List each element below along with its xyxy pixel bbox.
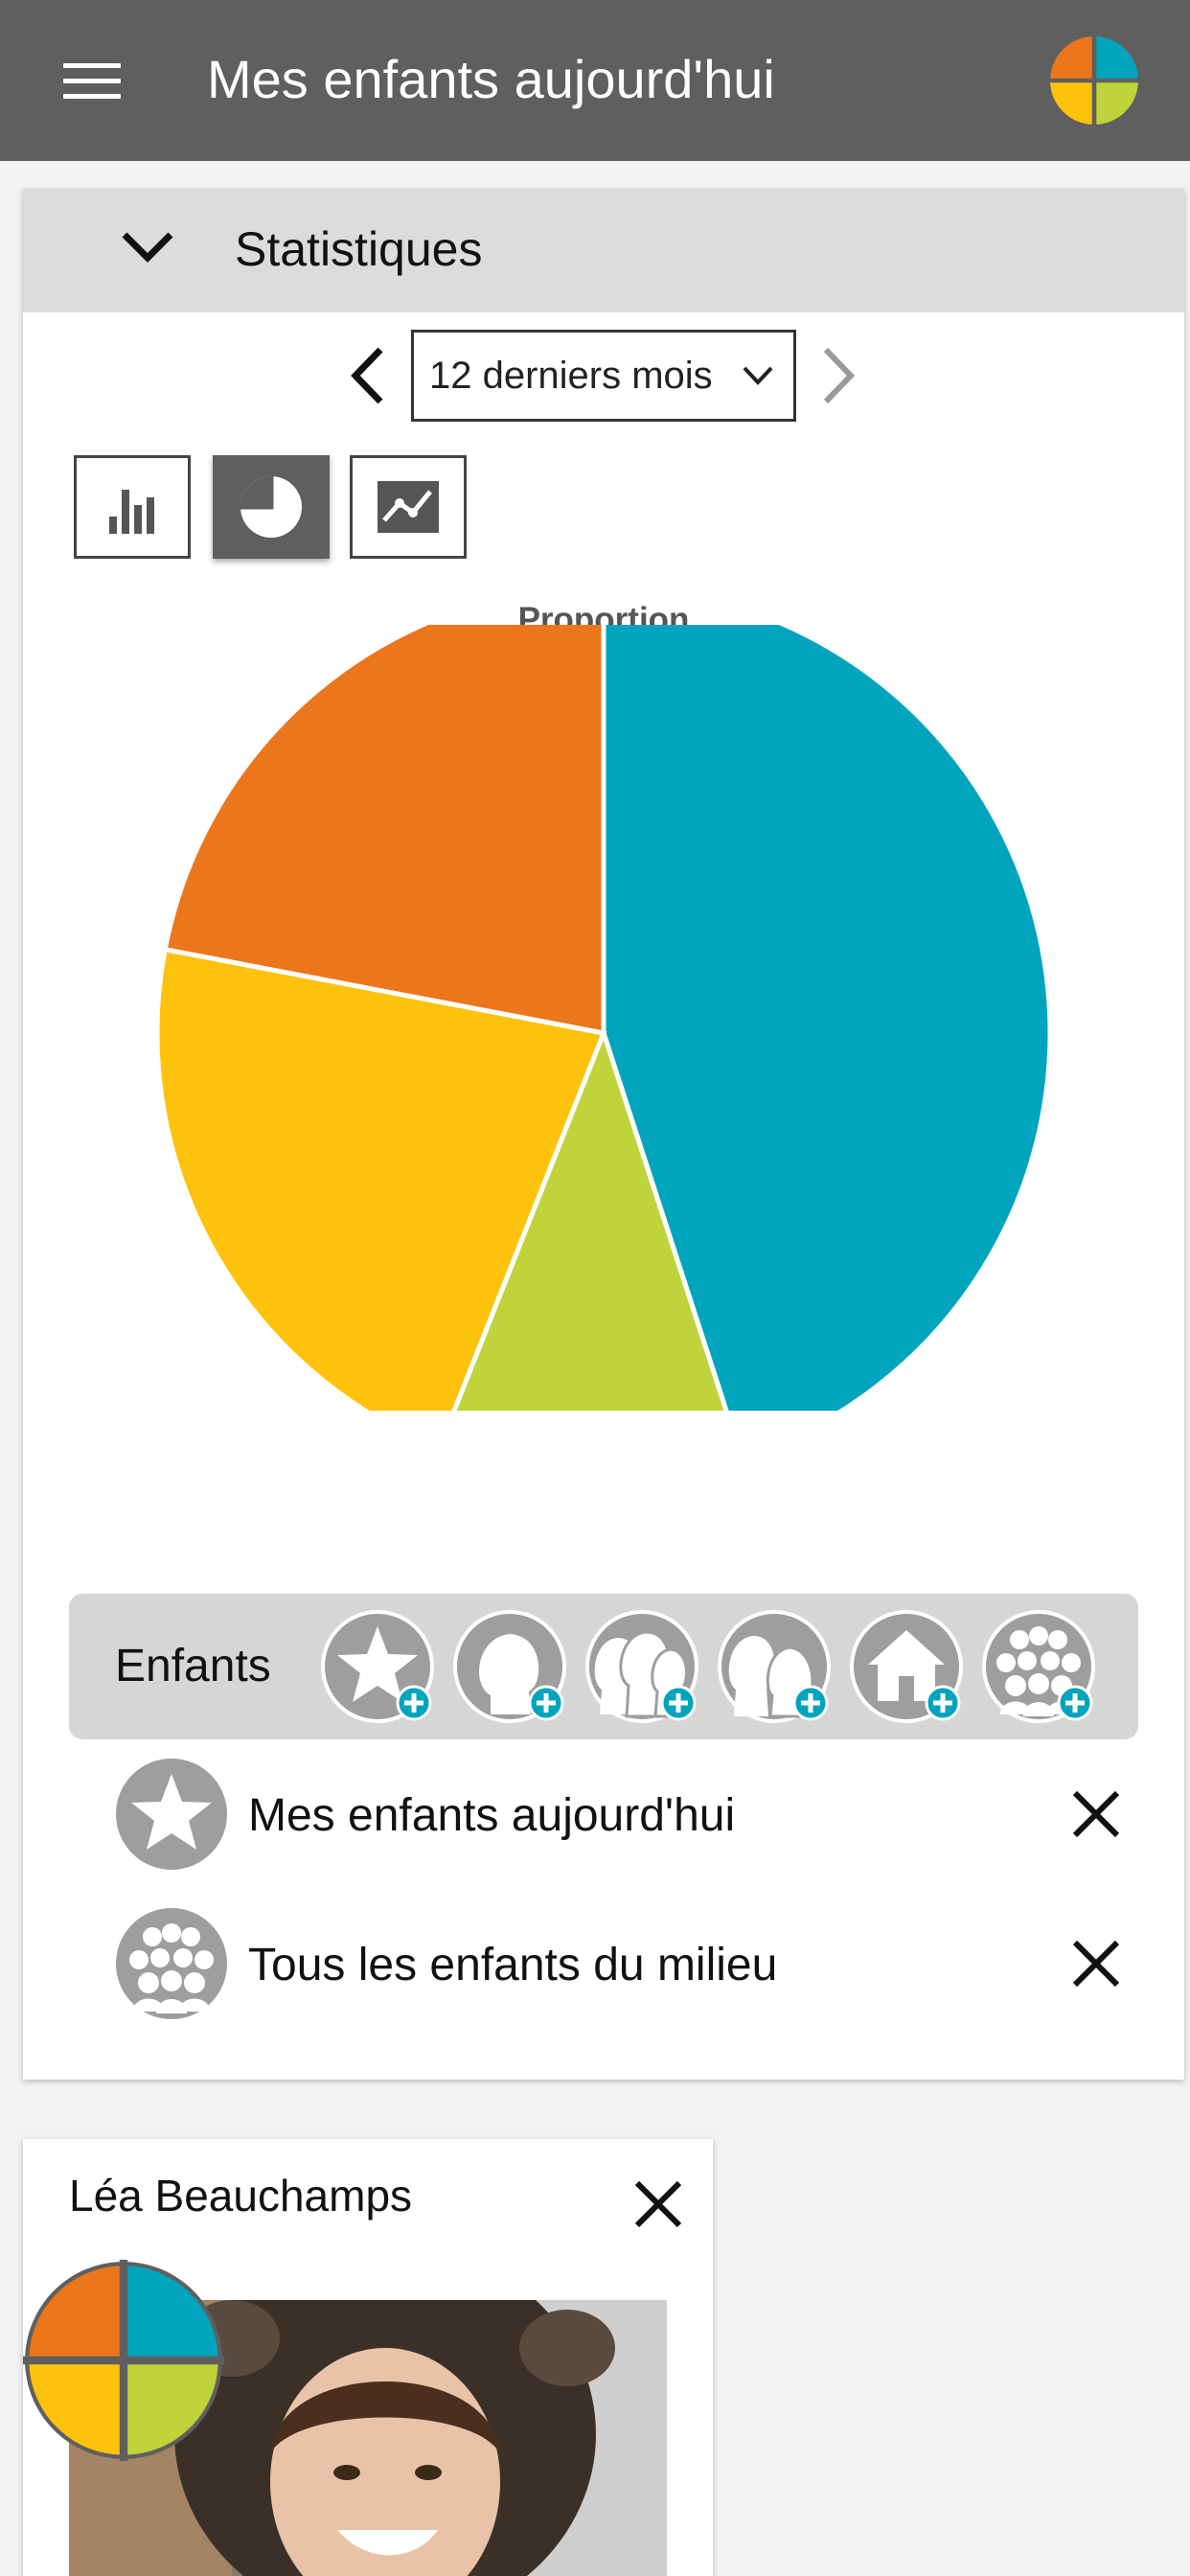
statistics-title: Statistiques (235, 222, 483, 276)
child-head-plus-icon[interactable] (452, 1609, 567, 1724)
chevron-down-icon[interactable] (119, 227, 176, 265)
boy-girl-plus-icon[interactable] (717, 1609, 832, 1724)
period-selector-row: 12 derniers mois (23, 330, 1184, 422)
pie-chart (154, 625, 1053, 1411)
close-icon[interactable] (1067, 1785, 1125, 1843)
app-header: Mes enfants aujourd'hui (0, 0, 1190, 161)
menu-icon[interactable] (63, 63, 121, 100)
crowd-plus-icon[interactable] (981, 1609, 1096, 1724)
selected-filter-label: Tous les enfants du milieu (248, 1940, 778, 1990)
selected-filter-row: Mes enfants aujourd'hui (114, 1757, 1149, 1872)
star-icon (116, 1759, 227, 1870)
activity-logo-icon (23, 2260, 224, 2461)
bar-chart-icon (109, 490, 154, 534)
close-icon[interactable] (1067, 1935, 1125, 1992)
house-plus-icon[interactable] (849, 1609, 964, 1724)
selected-filter-label: Mes enfants aujourd'hui (248, 1790, 736, 1841)
bar-chart-button[interactable] (74, 455, 191, 559)
period-select-value: 12 derniers mois (429, 354, 713, 397)
statistics-header[interactable]: Statistiques (23, 189, 1184, 312)
selected-filter-row: Tous les enfants du milieu (114, 1906, 1149, 2021)
child-name: Léa Beauchamps (69, 2171, 413, 2220)
chevron-down-icon (743, 366, 773, 385)
pie-chart-icon (240, 476, 302, 538)
chevron-left-icon[interactable] (344, 344, 392, 407)
group-heads-plus-icon[interactable] (584, 1609, 699, 1724)
filter-label: Enfants (115, 1641, 271, 1691)
chevron-right-icon[interactable] (814, 344, 862, 407)
period-select[interactable]: 12 derniers mois (411, 330, 796, 422)
app-logo-icon (1050, 36, 1138, 125)
star-plus-icon[interactable] (320, 1609, 435, 1724)
line-chart-button[interactable] (350, 455, 467, 559)
page-title: Mes enfants aujourd'hui (207, 49, 775, 109)
statistics-card: Statistiques 12 derniers mois Proportion… (23, 189, 1184, 2080)
children-filter-bar: Enfants (69, 1594, 1138, 1739)
pie-chart-button[interactable] (213, 455, 330, 559)
crowd-icon (116, 1908, 227, 2019)
close-icon[interactable] (631, 2177, 685, 2231)
line-chart-icon (378, 481, 439, 533)
